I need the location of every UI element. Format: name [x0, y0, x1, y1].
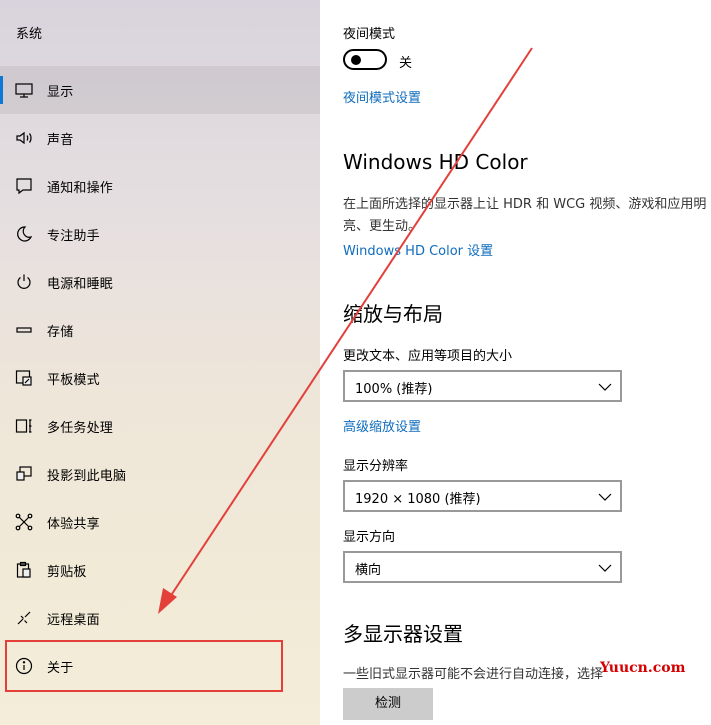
clipboard-icon — [14, 560, 34, 580]
resolution-value: 1920 × 1080 (推荐) — [355, 492, 481, 507]
sidebar-item-focus-assist[interactable]: 专注助手 — [0, 210, 320, 258]
share-icon — [14, 512, 34, 532]
toggle-knob — [351, 55, 361, 65]
hd-color-title: Windows HD Color — [343, 150, 528, 174]
hd-color-settings-link[interactable]: Windows HD Color 设置 — [343, 240, 493, 259]
scale-layout-title: 缩放与布局 — [343, 302, 443, 326]
multi-display-title: 多显示器设置 — [343, 622, 463, 646]
highlight-box — [5, 640, 283, 692]
night-mode-settings-link[interactable]: 夜间模式设置 — [343, 87, 421, 106]
sidebar-item-label: 投影到此电脑 — [47, 469, 127, 484]
sidebar-item-display[interactable]: 显示 — [0, 66, 320, 114]
hd-color-description: 在上面所选择的显示器上让 HDR 和 WCG 视频、游戏和应用明亮、更生动。 — [343, 197, 707, 234]
resolution-label: 显示分辨率 — [343, 459, 409, 474]
sidebar-item-label: 通知和操作 — [47, 181, 114, 196]
tablet-mode-icon — [14, 368, 34, 388]
multitasking-icon — [14, 416, 34, 436]
watermark: Yuucn.com — [600, 660, 686, 676]
sidebar-item-label: 专注助手 — [47, 229, 100, 244]
sidebar-item-storage[interactable]: 存储 — [0, 306, 320, 354]
sidebar-item-label: 多任务处理 — [47, 421, 114, 436]
sidebar-item-power-sleep[interactable]: 电源和睡眠 — [0, 258, 320, 306]
chevron-down-icon — [598, 490, 612, 504]
storage-icon — [14, 320, 34, 340]
power-icon — [14, 272, 34, 292]
night-mode-toggle[interactable] — [343, 49, 387, 70]
sidebar-item-remote-desktop[interactable]: 远程桌面 — [0, 594, 320, 642]
moon-icon — [14, 224, 34, 244]
project-icon — [14, 464, 34, 484]
resolution-dropdown[interactable]: 1920 × 1080 (推荐) — [343, 480, 622, 512]
sidebar-item-notifications[interactable]: 通知和操作 — [0, 162, 320, 210]
night-mode-label: 夜间模式 — [343, 27, 396, 42]
sidebar-item-project[interactable]: 投影到此电脑 — [0, 450, 320, 498]
sidebar-item-label: 体验共享 — [47, 517, 100, 532]
settings-sidebar: 系统 显示 声音 通知和操作 专注助手 电源和睡眠 存储 平板模式 多任务处理 … — [0, 0, 320, 725]
settings-content: 夜间模式 关 夜间模式设置 Windows HD Color 在上面所选择的显示… — [320, 0, 711, 725]
chevron-down-icon — [598, 380, 612, 394]
detect-button[interactable]: 检测 — [343, 688, 433, 720]
chevron-down-icon — [598, 561, 612, 575]
sidebar-item-label: 剪贴板 — [47, 565, 87, 580]
sidebar-item-clipboard[interactable]: 剪贴板 — [0, 546, 320, 594]
orientation-dropdown[interactable]: 横向 — [343, 551, 622, 583]
sidebar-item-label: 显示 — [47, 85, 74, 100]
orientation-label: 显示方向 — [343, 530, 396, 545]
night-mode-state: 关 — [399, 56, 413, 71]
monitor-icon — [14, 80, 34, 100]
text-size-label: 更改文本、应用等项目的大小 — [343, 349, 513, 364]
sidebar-item-multitasking[interactable]: 多任务处理 — [0, 402, 320, 450]
advanced-scaling-link[interactable]: 高级缩放设置 — [343, 416, 421, 435]
sidebar-item-label: 平板模式 — [47, 373, 100, 388]
sidebar-item-label: 声音 — [47, 133, 74, 148]
scale-value: 100% (推荐) — [355, 382, 433, 397]
active-indicator — [0, 76, 3, 104]
sidebar-item-tablet-mode[interactable]: 平板模式 — [0, 354, 320, 402]
remote-desktop-icon — [14, 608, 34, 628]
sidebar-item-label: 电源和睡眠 — [47, 277, 114, 292]
speaker-icon — [14, 128, 34, 148]
orientation-value: 横向 — [355, 563, 382, 578]
sidebar-item-sound[interactable]: 声音 — [0, 114, 320, 162]
sidebar-item-label: 存储 — [47, 325, 74, 340]
sidebar-item-label: 远程桌面 — [47, 613, 100, 628]
scale-dropdown[interactable]: 100% (推荐) — [343, 370, 622, 402]
sidebar-item-shared-experiences[interactable]: 体验共享 — [0, 498, 320, 546]
notification-icon — [14, 176, 34, 196]
sidebar-heading: 系统 — [16, 27, 43, 42]
multi-display-description: 一些旧式显示器可能不会进行自动连接，选择 — [343, 667, 604, 682]
